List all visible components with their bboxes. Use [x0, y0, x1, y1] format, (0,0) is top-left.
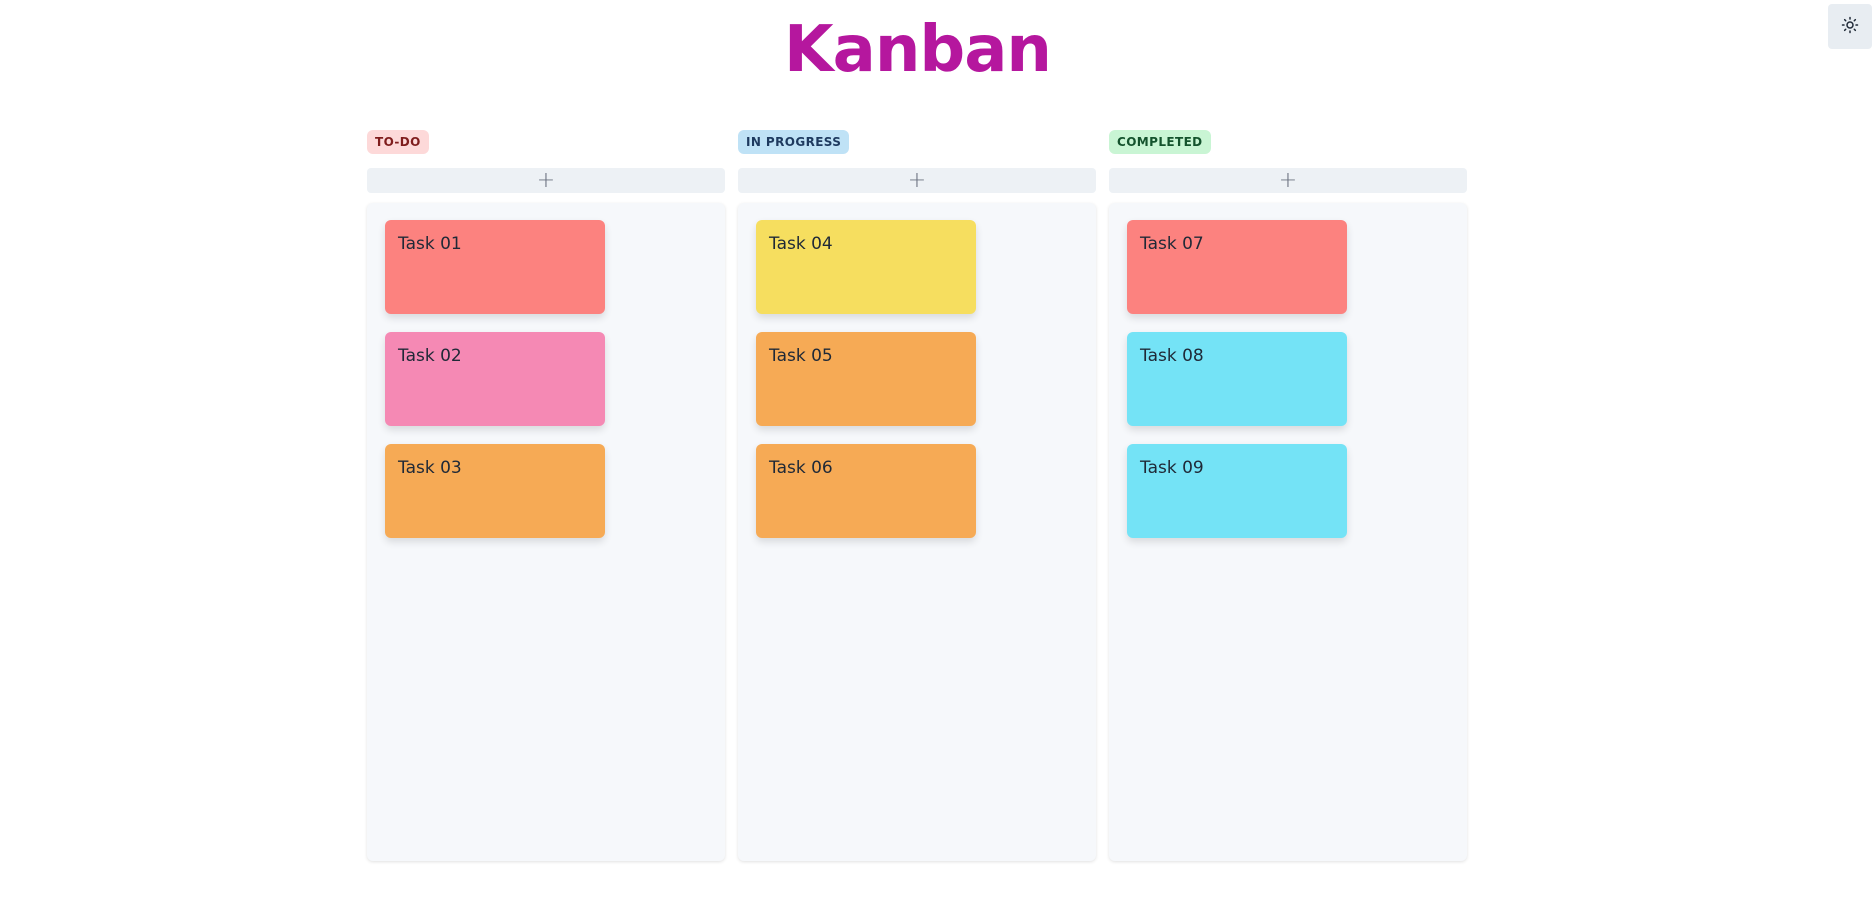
add-task-button[interactable]: + — [1109, 168, 1467, 193]
column-in-progress: IN PROGRESS + Task 04 Task 05 Task 06 — [738, 130, 1096, 861]
task-card[interactable]: Task 09 — [1127, 444, 1347, 538]
task-card[interactable]: Task 08 — [1127, 332, 1347, 426]
task-card[interactable]: Task 05 — [756, 332, 976, 426]
add-task-button[interactable]: + — [738, 168, 1096, 193]
status-badge: COMPLETED — [1109, 130, 1211, 154]
task-card[interactable]: Task 03 — [385, 444, 605, 538]
add-task-button[interactable]: + — [367, 168, 725, 193]
column-drop-area[interactable]: Task 01 Task 02 Task 03 — [367, 203, 725, 861]
column-drop-area[interactable]: Task 07 Task 08 Task 09 — [1109, 203, 1467, 861]
sun-icon — [1841, 16, 1859, 37]
kanban-page: Kanban TO-DO + Task 01 Task 02 Task 03 I… — [0, 0, 1872, 910]
task-card[interactable]: Task 06 — [756, 444, 976, 538]
task-card[interactable]: Task 07 — [1127, 220, 1347, 314]
task-card[interactable]: Task 01 — [385, 220, 605, 314]
column-header: IN PROGRESS — [738, 130, 1096, 154]
column-drop-area[interactable]: Task 04 Task 05 Task 06 — [738, 203, 1096, 861]
column-todo: TO-DO + Task 01 Task 02 Task 03 — [367, 130, 725, 861]
column-header: TO-DO — [367, 130, 725, 154]
status-badge: IN PROGRESS — [738, 130, 850, 154]
column-header: COMPLETED — [1109, 130, 1467, 154]
column-completed: COMPLETED + Task 07 Task 08 Task 09 — [1109, 130, 1467, 861]
task-card[interactable]: Task 04 — [756, 220, 976, 314]
app-title: Kanban — [784, 13, 1052, 87]
task-card[interactable]: Task 02 — [385, 332, 605, 426]
kanban-board: TO-DO + Task 01 Task 02 Task 03 IN PROGR… — [367, 130, 1467, 861]
status-badge: TO-DO — [367, 130, 429, 154]
theme-toggle-button[interactable] — [1828, 4, 1872, 49]
